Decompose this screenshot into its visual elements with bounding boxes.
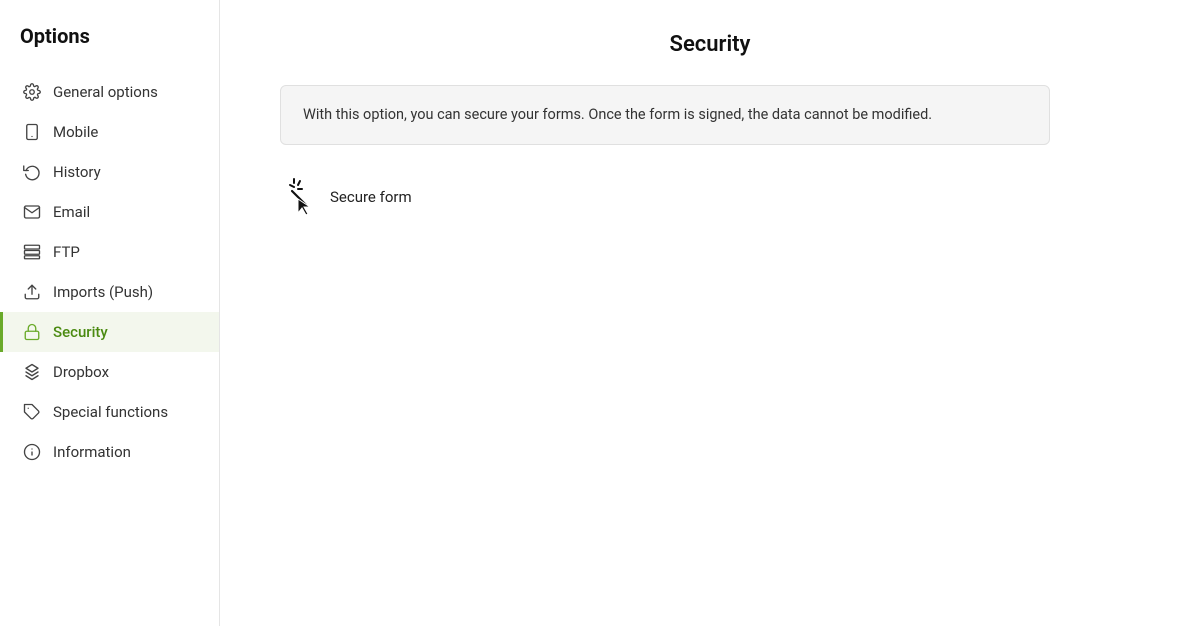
gear-icon (23, 83, 41, 101)
sidebar-item-label: Imports (Push) (53, 283, 153, 301)
sidebar-item-label: General options (53, 83, 158, 101)
sidebar-item-dropbox[interactable]: Dropbox (0, 352, 219, 392)
mobile-icon (23, 123, 41, 141)
info-icon (23, 443, 41, 461)
sidebar-item-security[interactable]: Security (0, 312, 219, 352)
sidebar-item-special-functions[interactable]: Special functions (0, 392, 219, 432)
sidebar-item-information[interactable]: Information (0, 432, 219, 472)
sidebar-item-label: Dropbox (53, 363, 109, 381)
sidebar-item-history[interactable]: History (0, 152, 219, 192)
sidebar-item-label: Email (53, 203, 90, 221)
sidebar-item-label: FTP (53, 243, 80, 261)
imports-icon (23, 283, 41, 301)
info-box: With this option, you can secure your fo… (280, 85, 1050, 145)
secure-form-row: Secure form (280, 173, 1140, 221)
email-icon (23, 203, 41, 221)
ftp-icon (23, 243, 41, 261)
secure-form-label: Secure form (330, 188, 412, 206)
sidebar-item-label: Mobile (53, 123, 98, 141)
history-icon (23, 163, 41, 181)
sidebar-title: Options (0, 24, 219, 72)
sidebar-item-email[interactable]: Email (0, 192, 219, 232)
sidebar-item-mobile[interactable]: Mobile (0, 112, 219, 152)
wand-cursor-icon (280, 177, 320, 217)
dropbox-icon (23, 363, 41, 381)
sidebar-item-ftp[interactable]: FTP (0, 232, 219, 272)
page-title: Security (280, 32, 1140, 57)
sidebar-item-general-options[interactable]: General options (0, 72, 219, 112)
sidebar-item-label: Special functions (53, 403, 168, 421)
sidebar-item-label: History (53, 163, 101, 181)
main-content: Security With this option, you can secur… (220, 0, 1200, 626)
tag-icon (23, 403, 41, 421)
info-text: With this option, you can secure your fo… (303, 106, 932, 123)
sidebar-item-label: Security (53, 323, 108, 341)
sidebar: Options General options Mobile History E… (0, 0, 220, 626)
lock-icon (23, 323, 41, 341)
sidebar-item-imports-push[interactable]: Imports (Push) (0, 272, 219, 312)
sidebar-item-label: Information (53, 443, 131, 461)
